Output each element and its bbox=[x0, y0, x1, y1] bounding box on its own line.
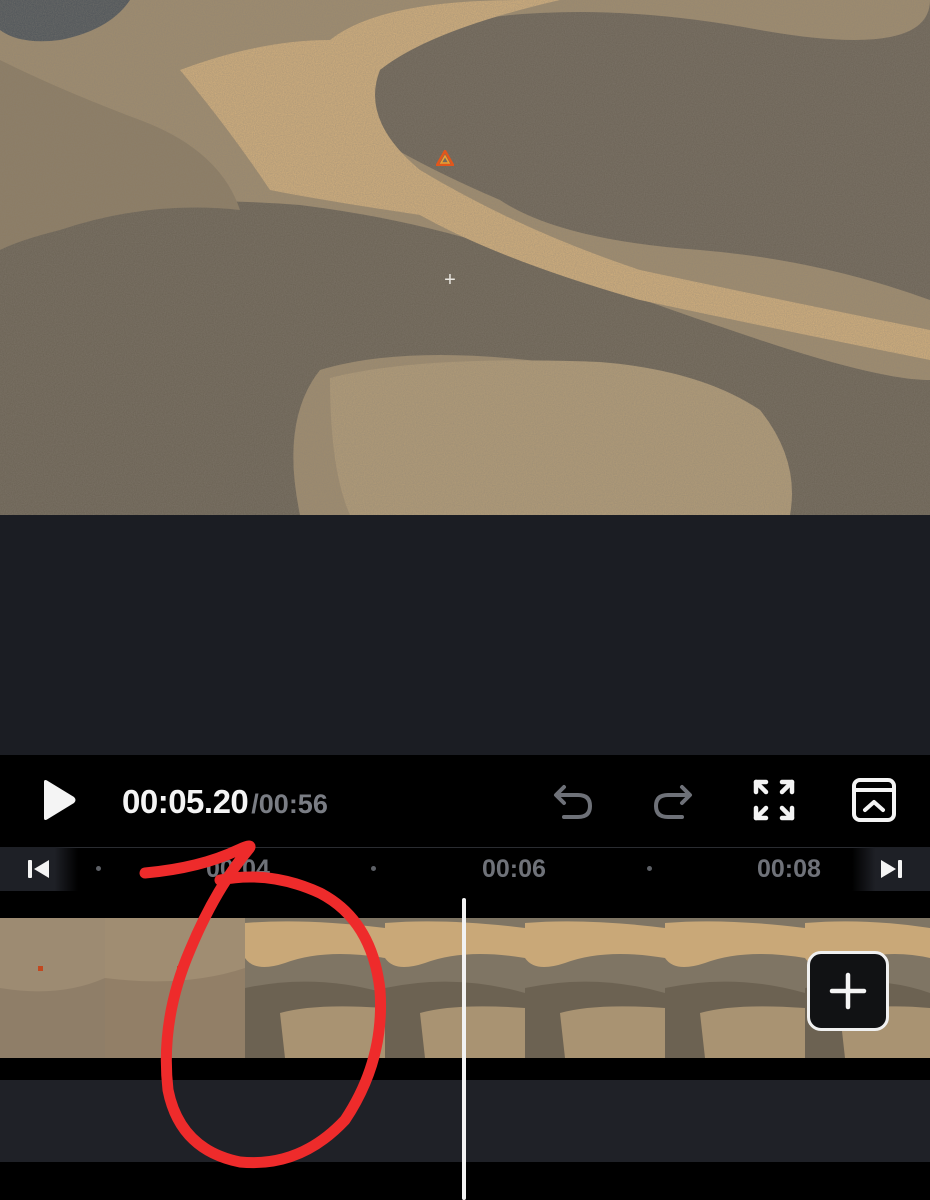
skip-to-start-button[interactable] bbox=[0, 847, 78, 891]
undo-button[interactable] bbox=[547, 774, 599, 826]
redo-icon bbox=[653, 785, 692, 819]
clip-thumbnail bbox=[525, 918, 665, 1058]
keyframe-panel-icon bbox=[852, 778, 896, 822]
ruler-label: 00:04 bbox=[206, 855, 270, 883]
skip-to-start-icon bbox=[28, 860, 49, 878]
clip-thumbnail bbox=[245, 918, 385, 1058]
undo-icon bbox=[554, 785, 593, 819]
skip-to-end-button[interactable] bbox=[852, 847, 930, 891]
aerial-terrain-frame bbox=[0, 0, 930, 515]
ruler-label: 00:08 bbox=[757, 855, 821, 883]
play-icon bbox=[44, 780, 76, 820]
plus-icon bbox=[829, 972, 867, 1010]
keyframe-panel-button[interactable] bbox=[848, 774, 900, 826]
ruler-tick bbox=[96, 866, 101, 871]
timecode: 00:05.20 /00:56 bbox=[122, 783, 328, 825]
ruler-tick bbox=[371, 866, 376, 871]
ruler-label: 00:06 bbox=[482, 855, 546, 883]
waypoint-marker-icon bbox=[436, 150, 454, 166]
current-time: 00:05.20 bbox=[122, 783, 249, 820]
playhead[interactable] bbox=[462, 898, 466, 1200]
ruler-tick bbox=[647, 866, 652, 871]
play-button[interactable] bbox=[36, 778, 80, 822]
add-clip-button[interactable] bbox=[807, 951, 889, 1031]
video-editor: + 00:05.20 /00:56 00:04 00:06 00:08 bbox=[0, 0, 930, 1200]
redo-button[interactable] bbox=[647, 774, 699, 826]
clip-thumbnail bbox=[105, 918, 245, 1058]
crosshair-icon: + bbox=[444, 269, 456, 291]
video-preview[interactable]: + bbox=[0, 0, 930, 515]
clip-thumbnail bbox=[385, 918, 525, 1058]
preview-letterbox bbox=[0, 515, 930, 755]
fullscreen-button[interactable] bbox=[748, 774, 800, 826]
total-duration: /00:56 bbox=[251, 789, 328, 819]
clip-thumbnail bbox=[665, 918, 805, 1058]
skip-to-end-icon bbox=[881, 860, 902, 878]
clip-thumbnail bbox=[0, 918, 105, 1058]
fullscreen-icon bbox=[753, 779, 795, 821]
